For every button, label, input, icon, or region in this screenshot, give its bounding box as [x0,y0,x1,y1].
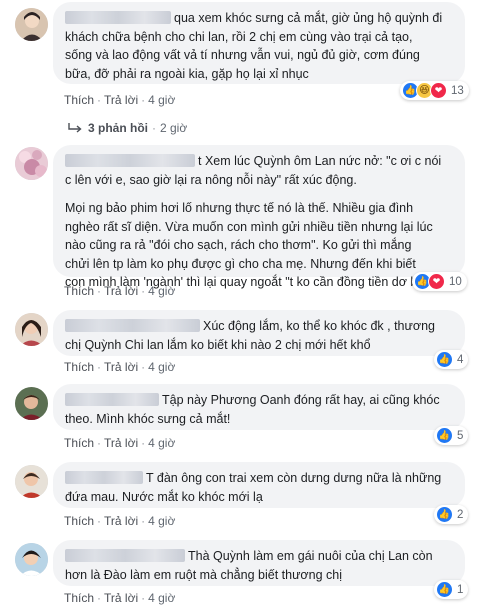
avatar[interactable] [15,147,48,180]
comment-bubble: Tập này Phương Oanh đóng rất hay, ai cũn… [53,384,465,430]
like-icon: 👍 [436,506,453,523]
reaction-count: 4 [457,353,464,366]
author-name-redacted[interactable] [65,319,200,332]
like-link[interactable]: Thích [64,284,94,298]
reaction-count: 2 [457,508,464,521]
reply-arrow-icon [68,123,82,133]
comment-bubble: t Xem lúc Quỳnh ôm Lan nức nở: "c ơi c n… [53,145,465,289]
comment-actions: Thích · Trả lời · 4 giờ [64,591,176,605]
reaction-summary[interactable]: 👍 5 [434,426,469,445]
like-link[interactable]: Thích [64,360,94,374]
comment-text-line: hơn là Đào làm em ruột mà chẳng biết thư… [65,567,342,582]
like-icon: 👍 [436,427,453,444]
comment-bubble: Thà Quỳnh làm em gái nuôi của chị Lan cò… [53,540,465,586]
comment-text-line: nào cũng ra rả "đói cho sạch, rách cho t… [65,238,412,252]
like-icon: 👍 [436,351,453,368]
avatar[interactable] [15,543,48,576]
like-link[interactable]: Thích [64,591,94,605]
comment-time[interactable]: 4 giờ [148,514,175,528]
reply-link[interactable]: Trả lời [104,360,138,374]
comment-bubble: qua xem khóc sưng cả mắt, giờ ủng hộ quỳ… [53,2,465,84]
author-name-redacted[interactable] [65,393,159,406]
like-icon: 👍 [436,581,453,598]
comment-actions: Thích · Trả lời · 4 giờ [64,436,176,450]
comment-text-line: khách chữa bệnh cho chi lan, rồi 2 chị e… [65,29,413,44]
author-name-redacted[interactable] [65,471,143,484]
love-icon: ❤ [430,82,447,99]
replies-time: 2 giờ [160,121,188,135]
reaction-count: 13 [451,84,464,97]
comment-text-line: Thà Quỳnh làm em gái nuôi của chị Lan cò… [188,549,433,563]
comment-time[interactable]: 4 giờ [148,284,175,298]
reply-link[interactable]: Trả lời [104,93,138,107]
comment-bubble: Xúc động lắm, ko thể ko khóc đk , thương… [53,310,465,356]
comment-text-line: t Xem lúc Quỳnh ôm Lan nức nở: "c ơi c n… [198,154,442,168]
reaction-summary[interactable]: 👍 2 [434,505,469,524]
comment-time[interactable]: 4 giờ [148,436,175,450]
reaction-summary[interactable]: 👍 4 [434,350,469,369]
comment-text-line: T đàn ông con trai xem còn dưng dưng nữa… [146,471,442,485]
comment-time[interactable]: 4 giờ [148,360,175,374]
author-name-redacted[interactable] [65,154,195,167]
comment-text-line: Xúc động lắm, ko thể ko khóc đk , thương [203,319,435,333]
comment-text-line: chửi lên tp làm ko phụ được gì cho cha m… [65,256,416,271]
comment-text-line: chị Quỳnh Chi lan lắm ko biết khi nào 2 … [65,337,371,352]
author-name-redacted[interactable] [65,549,185,562]
comment-text-line: c lên với e, sao giờ lại ra nông nỗi này… [65,172,357,187]
comment-actions: Thích · Trả lời · 4 giờ [64,93,176,107]
replies-count-link[interactable]: 3 phản hồi [88,121,148,135]
love-icon: ❤ [428,273,445,290]
comment-text-line: theo. Mình khóc sưng cả mắt! [65,411,231,426]
reaction-summary[interactable]: 👍 😆 ❤ 13 [400,81,469,100]
reaction-summary[interactable]: 👍 1 [434,580,469,599]
reply-link[interactable]: Trả lời [104,436,138,450]
comment-text-line: Tập này Phương Oanh đóng rất hay, ai cũn… [162,393,440,407]
reply-link[interactable]: Trả lời [104,514,138,528]
comment-text-line: qua xem khóc sưng cả mắt, giờ ủng hộ quỳ… [174,11,443,25]
comment-text-line: Mọi ng bảo phim hơi lố nhưng thực tế nó … [65,201,414,215]
author-name-redacted[interactable] [65,11,171,24]
like-link[interactable]: Thích [64,436,94,450]
comment-actions: Thích · Trả lời · 4 giờ [64,284,176,298]
reaction-count: 10 [449,275,462,288]
like-link[interactable]: Thích [64,514,94,528]
reply-link[interactable]: Trả lời [104,284,138,298]
reaction-count: 5 [457,429,464,442]
avatar[interactable] [15,8,48,41]
comment-text-line: bữa, đỡ phải ra ngoài kia, gặp họ lại xỉ… [65,66,309,81]
comment-time[interactable]: 4 giờ [148,93,175,107]
comment-text-line: đứa mau. Nước mắt ko khóc mới lạ [65,489,263,504]
reply-link[interactable]: Trả lời [104,591,138,605]
view-replies[interactable]: 3 phản hồi · 2 giờ [68,121,187,135]
comment-time[interactable]: 4 giờ [148,591,175,605]
avatar[interactable] [15,313,48,346]
reaction-count: 1 [457,583,464,596]
comment-actions: Thích · Trả lời · 4 giờ [64,360,176,374]
comment-actions: Thích · Trả lời · 4 giờ [64,514,176,528]
avatar[interactable] [15,465,48,498]
comment-bubble: T đàn ông con trai xem còn dưng dưng nữa… [53,462,465,508]
avatar[interactable] [15,387,48,420]
like-link[interactable]: Thích [64,93,94,107]
reaction-summary[interactable]: 👍 ❤ 10 [412,272,467,291]
comment-text-line: nghèo rất sĩ diện. Vừa muốn con mình gửi… [65,219,433,234]
comment-text-line: sống và lao động vất vả tí nhưng vẫn vui… [65,48,420,62]
